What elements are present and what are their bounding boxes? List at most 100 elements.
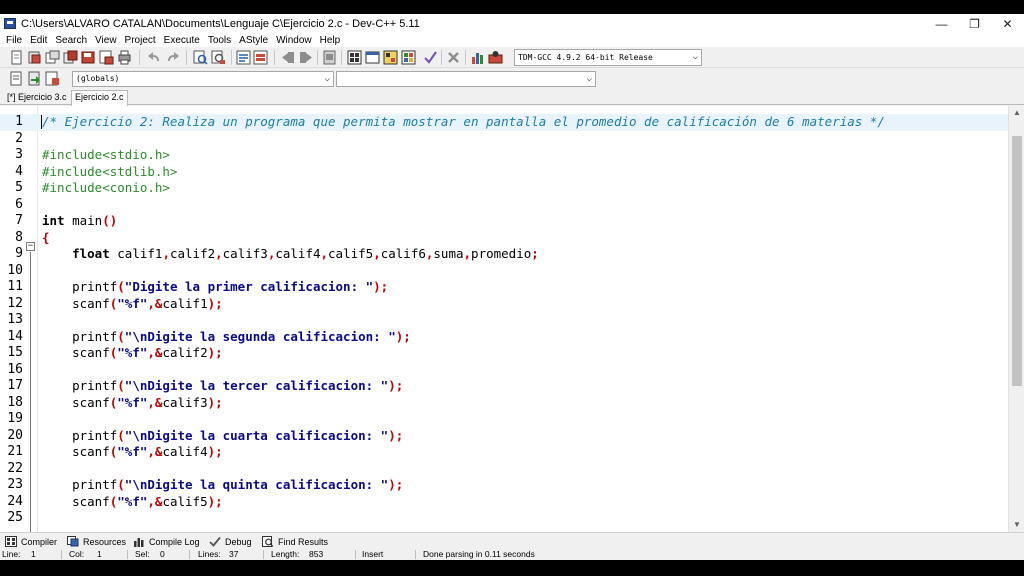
code-line[interactable]: 22: [0, 461, 1008, 478]
code-line[interactable]: 5 #include<conio.h>: [0, 180, 1008, 197]
tab-resources[interactable]: Resources: [67, 534, 126, 549]
code-editor[interactable]: 1 /* Ejercicio 2: Realiza un programa que…: [0, 106, 1024, 532]
member-select[interactable]: ⌵: [336, 71, 596, 87]
bookmark-icon[interactable]: [322, 50, 337, 65]
tab-ejercicio-3[interactable]: [*] Ejercicio 3.c: [4, 91, 70, 105]
status-lines-label: Lines:: [198, 549, 221, 559]
goto-class-icon[interactable]: [27, 71, 42, 86]
menu-project[interactable]: Project: [122, 35, 161, 46]
line-number: 9: [15, 246, 23, 261]
undo-icon[interactable]: [147, 50, 162, 65]
save-all-icon[interactable]: [81, 50, 96, 65]
letterbox-top: [0, 0, 1024, 14]
code-line[interactable]: 1 /* Ejercicio 2: Realiza un programa que…: [0, 114, 1008, 131]
toggle-bookmark-icon[interactable]: [45, 71, 60, 86]
indent-icon[interactable]: [236, 50, 251, 65]
code-token: {: [42, 229, 50, 245]
status-line-label: Line:: [2, 549, 21, 559]
code-text: printf("\nDigite la segunda calificacion…: [42, 329, 411, 346]
scroll-down-icon[interactable]: ▼: [1009, 518, 1024, 532]
code-line[interactable]: 2: [0, 131, 1008, 148]
maximize-button[interactable]: ❐: [958, 14, 991, 33]
goto-forward-icon[interactable]: [298, 50, 313, 65]
open-project-icon[interactable]: [27, 50, 42, 65]
menu-file[interactable]: File: [3, 35, 27, 46]
code-line[interactable]: 18 scanf("%f",&calif3);: [0, 395, 1008, 412]
open-file-icon[interactable]: [45, 50, 60, 65]
menu-view[interactable]: View: [92, 35, 122, 46]
new-file-icon[interactable]: [9, 50, 24, 65]
menu-execute[interactable]: Execute: [161, 35, 205, 46]
compile-icon[interactable]: [347, 50, 362, 65]
unindent-icon[interactable]: [253, 50, 268, 65]
line-number: 19: [7, 411, 23, 426]
stop-execution-icon[interactable]: [446, 50, 461, 65]
tab-find-results[interactable]: Find Results: [262, 534, 328, 549]
code-line[interactable]: 12 scanf("%f",&calif1);: [0, 296, 1008, 313]
code-token: ,&: [147, 493, 163, 509]
menu-window[interactable]: Window: [273, 35, 317, 46]
code-token: (: [117, 279, 125, 294]
code-line[interactable]: 23 printf("\nDigite la quinta calificaci…: [0, 477, 1008, 494]
code-line[interactable]: 4 #include<stdlib.h>: [0, 164, 1008, 181]
line-number: 11: [7, 279, 23, 294]
code-token: calif6: [380, 246, 426, 261]
code-line[interactable]: 25: [0, 510, 1008, 527]
tab-compile-log[interactable]: Compile Log: [133, 534, 200, 549]
toolbar-separator: [341, 50, 342, 65]
line-number: 3: [15, 147, 23, 162]
code-line[interactable]: 9 float calif1,calif2,calif3,calif4,cali…: [0, 246, 1008, 263]
insert-icon[interactable]: [9, 71, 24, 86]
tab-ejercicio-2[interactable]: Ejercicio 2.c: [71, 90, 128, 106]
status-separator: [415, 550, 416, 559]
code-token: "\nDigite la segunda calificacion: ": [124, 328, 396, 344]
code-line[interactable]: 7 int main(): [0, 213, 1008, 230]
tab-debug[interactable]: Debug: [209, 534, 252, 549]
code-line[interactable]: 19: [0, 411, 1008, 428]
debug-icon[interactable]: [488, 50, 503, 65]
scroll-up-icon[interactable]: ▲: [1009, 106, 1024, 120]
close-button[interactable]: ✕: [991, 14, 1024, 33]
menu-search[interactable]: Search: [52, 35, 92, 46]
code-line[interactable]: 11 printf("Digite la primer calificacion…: [0, 279, 1008, 296]
menu-astyle[interactable]: AStyle: [236, 35, 273, 46]
scope-select[interactable]: (globals) ⌵: [72, 71, 334, 87]
code-line[interactable]: 15 scanf("%f",&calif2);: [0, 345, 1008, 362]
fold-collapse-icon[interactable]: −: [26, 242, 35, 251]
redo-icon[interactable]: [165, 50, 180, 65]
vertical-scrollbar[interactable]: ▲ ▼: [1008, 106, 1024, 532]
code-line[interactable]: 10: [0, 263, 1008, 280]
code-line[interactable]: 17 printf("\nDigite la tercer calificaci…: [0, 378, 1008, 395]
code-token: "Digite la primer calificacion: ": [124, 279, 374, 294]
save-icon[interactable]: [63, 50, 78, 65]
code-line[interactable]: 3 #include<stdio.h>: [0, 147, 1008, 164]
code-token: ,&: [147, 394, 163, 410]
menu-help[interactable]: Help: [317, 35, 346, 46]
code-line[interactable]: 21 scanf("%f",&calif4);: [0, 444, 1008, 461]
run-icon[interactable]: [365, 50, 380, 65]
code-line[interactable]: 14 printf("\nDigite la segunda calificac…: [0, 329, 1008, 346]
minimize-button[interactable]: —: [925, 14, 958, 33]
code-line[interactable]: 13: [0, 312, 1008, 329]
rebuild-all-icon[interactable]: [401, 50, 416, 65]
menu-edit[interactable]: Edit: [27, 35, 52, 46]
code-token: scanf: [42, 493, 110, 509]
print-icon[interactable]: [117, 50, 132, 65]
compile-run-icon[interactable]: [383, 50, 398, 65]
goto-back-icon[interactable]: [281, 50, 296, 65]
code-line[interactable]: 6: [0, 197, 1008, 214]
close-file-icon[interactable]: [99, 50, 114, 65]
menu-tools[interactable]: Tools: [205, 35, 236, 46]
find-icon[interactable]: [193, 50, 208, 65]
profile-chart-icon[interactable]: [470, 50, 485, 65]
code-line[interactable]: 24 scanf("%f",&calif5);: [0, 494, 1008, 511]
code-line[interactable]: 16: [0, 362, 1008, 379]
syntax-check-icon[interactable]: [423, 50, 438, 65]
code-line[interactable]: 20 printf("\nDigite la cuarta calificaci…: [0, 428, 1008, 445]
code-line[interactable]: 8{: [0, 230, 1008, 247]
scrollbar-thumb[interactable]: [1012, 136, 1022, 386]
code-token: #include<stdio.h>: [42, 147, 170, 162]
tab-compiler[interactable]: Compiler: [5, 534, 57, 549]
compiler-set-select[interactable]: TDM-GCC 4.9.2 64-bit Release ⌵: [514, 49, 702, 66]
replace-icon[interactable]: [211, 50, 226, 65]
